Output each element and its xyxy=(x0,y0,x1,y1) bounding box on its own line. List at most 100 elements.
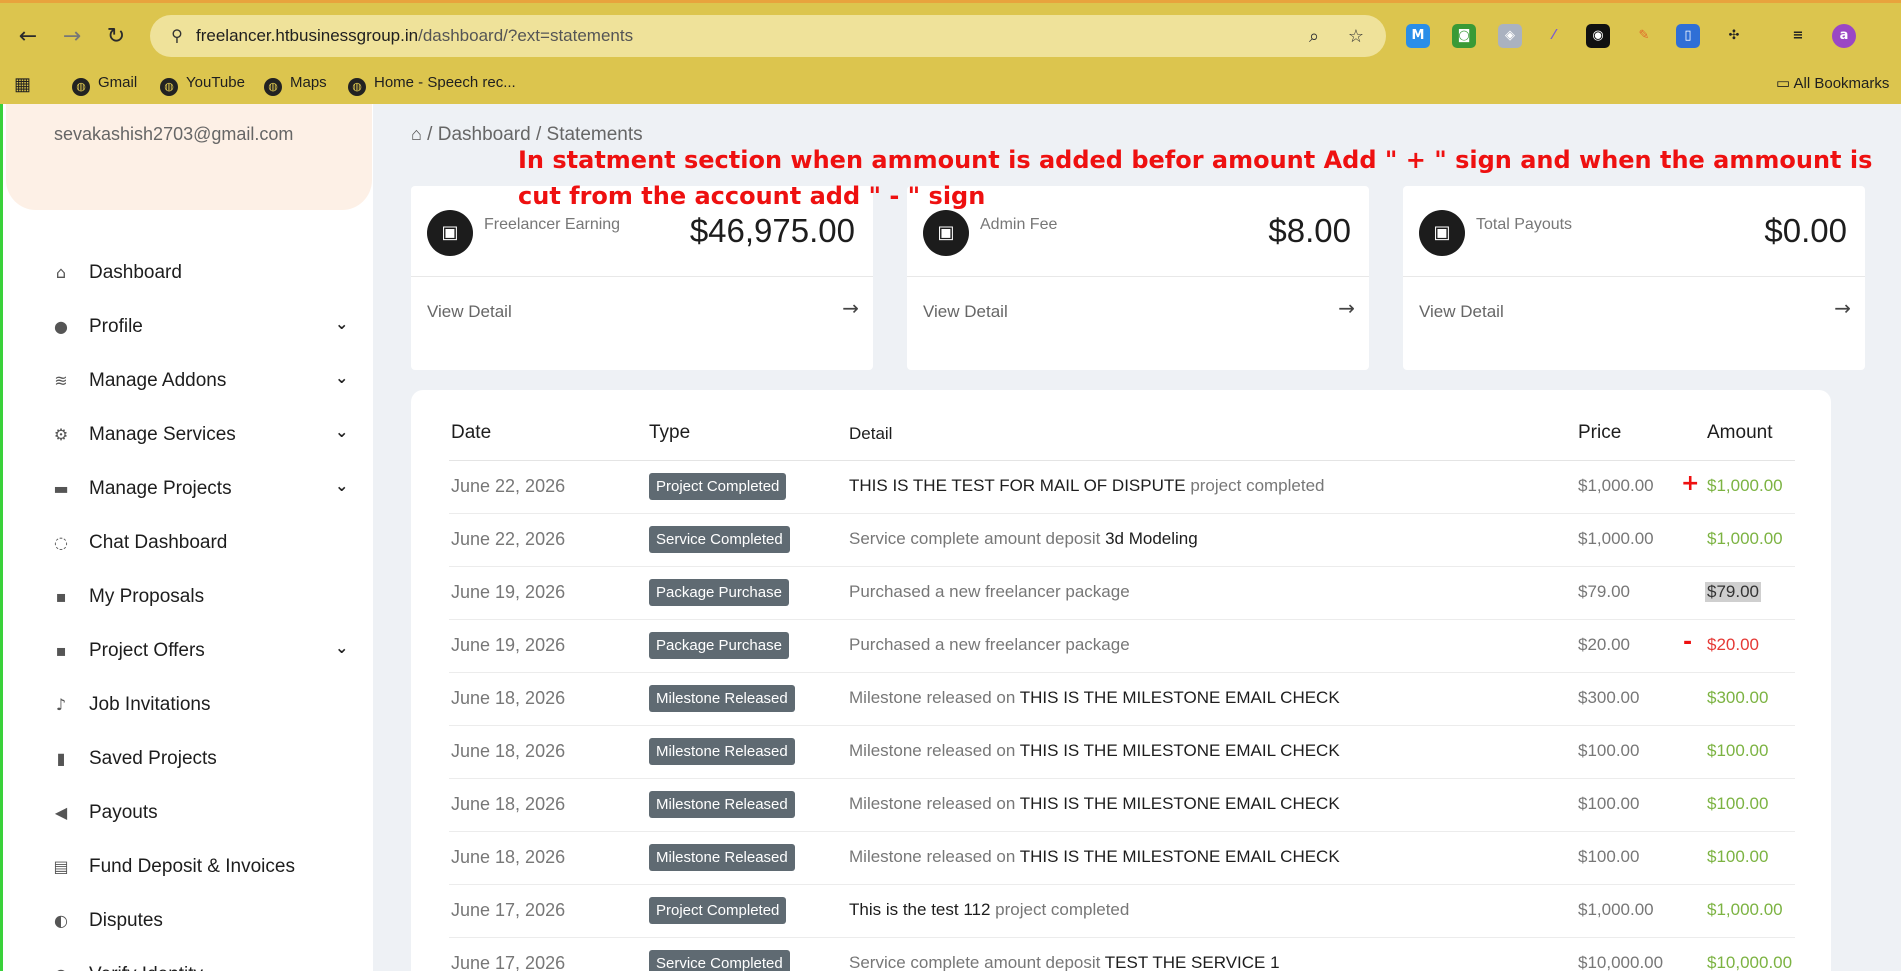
wallet-icon: ▣ xyxy=(427,210,473,256)
extension-dark-icon[interactable]: ◉ xyxy=(1586,24,1610,48)
home-icon: ⌂ xyxy=(55,263,67,282)
globe-icon: ◍ xyxy=(160,78,178,96)
row-date: June 17, 2026 xyxy=(451,953,566,971)
shield-icon: ◐ xyxy=(54,911,68,930)
sidebar-item-manage-services[interactable]: ⚙ Manage Services ⌄ xyxy=(3,412,373,460)
extension-m-icon[interactable]: M xyxy=(1406,24,1430,48)
type-badge: Milestone Released xyxy=(649,791,795,818)
profile-avatar[interactable]: a xyxy=(1832,24,1856,48)
extension-picker-icon[interactable]: ✎ xyxy=(1632,24,1656,48)
bookmarks-bar: ▦ ◍ Gmail ◍ YouTube ◍ Maps ◍ Home - Speech r… xyxy=(0,66,1901,104)
sidebar-item-verify-identity[interactable]: ● Verify Identity xyxy=(3,952,373,971)
stat-title: Freelancer Earning xyxy=(484,216,621,233)
sidebar-item-manage-addons[interactable]: ≋ Manage Addons ⌄ xyxy=(3,358,373,406)
row-amount: $100.00 xyxy=(1707,847,1769,866)
view-detail-link[interactable]: View Detail xyxy=(427,302,512,322)
arrow-right-icon[interactable]: → xyxy=(842,296,859,320)
user-gear-icon: ⚙ xyxy=(53,425,69,444)
sidebar-item-payouts[interactable]: ◀ Payouts xyxy=(3,790,373,838)
chevron-down-icon[interactable]: ⌄ xyxy=(335,314,348,333)
chevron-down-icon[interactable]: ⌄ xyxy=(335,638,348,657)
stat-value: $46,975.00 xyxy=(689,212,855,249)
bookmark-star-icon[interactable]: ☆ xyxy=(1344,25,1368,49)
chevron-down-icon[interactable]: ⌄ xyxy=(335,476,348,495)
sidebar-item-saved-projects[interactable]: ▮ Saved Projects xyxy=(3,736,373,784)
row-amount: $100.00 xyxy=(1707,741,1769,760)
type-badge: Project Completed xyxy=(649,473,787,500)
table-row: June 19, 2026 Package Purchase Purchased a… xyxy=(449,620,1795,673)
table-row: June 18, 2026 Milestone Released Milestone… xyxy=(449,779,1795,832)
home-icon[interactable]: ⌂ xyxy=(411,124,422,144)
row-date: June 22, 2026 xyxy=(451,476,566,496)
detail-title: 3d Modeling xyxy=(1105,529,1198,548)
extensions-puzzle-icon[interactable]: ✣ xyxy=(1722,24,1746,48)
globe-icon: ◍ xyxy=(264,78,282,96)
forward-button[interactable]: → xyxy=(58,23,86,51)
view-detail-link[interactable]: View Detail xyxy=(923,302,1008,322)
extension-doc-icon[interactable]: ▯ xyxy=(1676,24,1700,48)
header-detail: Detail xyxy=(849,424,893,443)
row-amount: $10,000.00 xyxy=(1707,953,1793,971)
sidebar-item-label: Project Offers xyxy=(89,640,205,661)
sidebar-item-job-invitations[interactable]: ♪ Job Invitations xyxy=(3,682,373,730)
extension-shield-icon[interactable]: ◈ xyxy=(1498,24,1522,48)
bookmark-speech[interactable]: ◍ Home - Speech rec... xyxy=(348,74,516,96)
sidebar-item-project-offers[interactable]: ▪ Project Offers ⌄ xyxy=(3,628,373,676)
address-bar[interactable]: ⚲ freelancer.htbusinessgroup.in/dashboar… xyxy=(150,15,1386,57)
table-row: June 17, 2026 Service Completed Service co… xyxy=(449,938,1795,971)
sidebar-item-chat-dashboard[interactable]: ◌ Chat Dashboard xyxy=(3,520,373,568)
user-icon: ● xyxy=(54,317,68,336)
sidebar-item-my-proposals[interactable]: ▪ My Proposals xyxy=(3,574,373,622)
detail-text: Milestone released on xyxy=(849,741,1020,760)
bookmark-gmail[interactable]: ◍ Gmail xyxy=(72,74,137,96)
sidebar-item-profile[interactable]: ● Profile ⌄ xyxy=(3,304,373,352)
apps-grid-icon[interactable]: ▦ xyxy=(14,74,31,95)
row-price: $20.00 xyxy=(1578,635,1630,654)
sidebar-item-label: Verify Identity xyxy=(89,964,203,971)
row-date: June 17, 2026 xyxy=(451,900,566,920)
detail-text: Purchased a new freelancer package xyxy=(849,635,1130,654)
row-price: $100.00 xyxy=(1578,847,1640,866)
back-button[interactable]: ← xyxy=(14,23,42,51)
folder-icon: ▭ xyxy=(1776,75,1794,92)
type-badge: Service Completed xyxy=(649,950,790,971)
statements-table: Date Type Detail Price Amount June 22, 2… xyxy=(411,390,1831,971)
extension-pen-icon[interactable]: ⁄ xyxy=(1542,24,1566,48)
detail-text: Service complete amount deposit xyxy=(849,529,1106,548)
id-icon: ● xyxy=(50,964,72,971)
chevron-down-icon[interactable]: ⌄ xyxy=(335,422,348,441)
view-detail-link[interactable]: View Detail xyxy=(1419,302,1504,322)
reading-list-icon[interactable]: ≡ xyxy=(1786,24,1810,48)
url-text[interactable]: freelancer.htbusinessgroup.in/dashboard/… xyxy=(196,26,633,46)
bookmark-youtube[interactable]: ◍ YouTube xyxy=(160,74,245,96)
row-detail: THIS IS THE TEST FOR MAIL OF DISPUTE pro… xyxy=(849,476,1325,496)
table-row: June 22, 2026 Service Completed Service co… xyxy=(449,514,1795,567)
table-row: June 22, 2026 Project Completed THIS IS TH… xyxy=(449,461,1795,514)
detail-text: project completed xyxy=(1185,476,1325,495)
extension-robot-icon[interactable]: ◙ xyxy=(1452,24,1476,48)
all-bookmarks[interactable]: ▭ All Bookmarks xyxy=(1776,74,1889,92)
sidebar-item-label: Fund Deposit & Invoices xyxy=(89,856,295,877)
detail-text: Service complete amount deposit xyxy=(849,953,1105,971)
bookmark-maps[interactable]: ◍ Maps xyxy=(264,74,327,96)
arrow-right-icon[interactable]: → xyxy=(1338,296,1355,320)
stat-divider xyxy=(1403,276,1865,277)
type-badge: Package Purchase xyxy=(649,632,789,659)
reload-button[interactable]: ↻ xyxy=(102,23,130,51)
profile-card: sevakashish2703@gmail.com xyxy=(6,104,372,210)
sidebar-item-fund-deposit-invoices[interactable]: ▤ Fund Deposit & Invoices xyxy=(3,844,373,892)
type-badge: Package Purchase xyxy=(649,579,789,606)
zoom-icon[interactable]: ⌕ xyxy=(1302,25,1326,49)
sidebar-item-manage-projects[interactable]: ▬ Manage Projects ⌄ xyxy=(3,466,373,514)
sidebar-item-dashboard[interactable]: ⌂ Dashboard xyxy=(3,250,373,298)
row-price: $300.00 xyxy=(1578,688,1640,707)
sidebar-item-label: Payouts xyxy=(89,802,158,823)
chevron-down-icon[interactable]: ⌄ xyxy=(335,368,348,387)
sidebar-item-label: Manage Addons xyxy=(89,370,227,391)
site-settings-icon[interactable]: ⚲ xyxy=(166,25,188,47)
detail-text: Milestone released on xyxy=(849,688,1020,707)
arrow-right-icon[interactable]: → xyxy=(1834,296,1851,320)
breadcrumb-dashboard[interactable]: Dashboard xyxy=(438,124,531,145)
sidebar-item-disputes[interactable]: ◐ Disputes xyxy=(3,898,373,946)
wallet-icon: ▣ xyxy=(923,210,969,256)
